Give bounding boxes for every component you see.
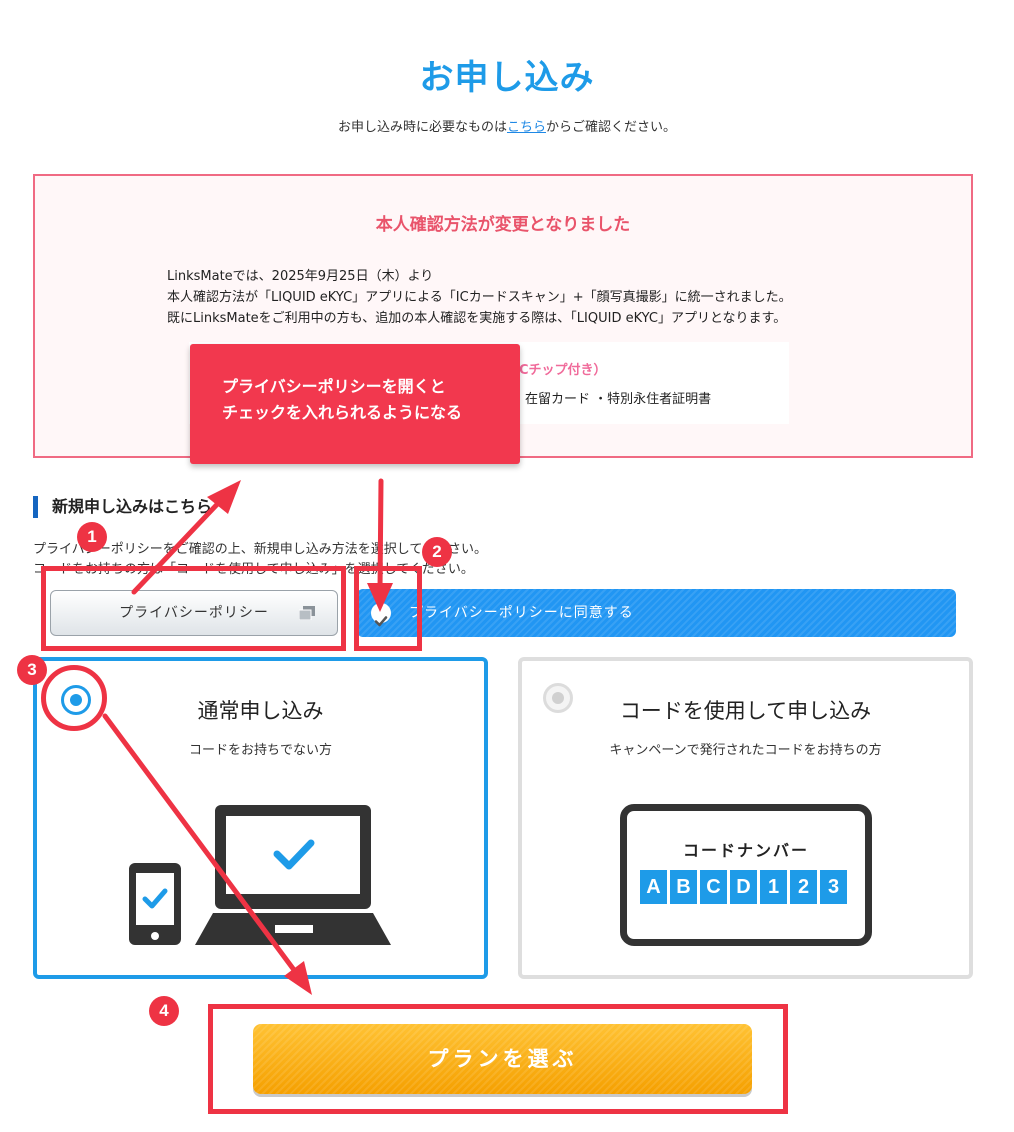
highlight-ring-radio — [41, 665, 107, 731]
code-char: 1 — [760, 870, 787, 904]
agree-privacy-checkbox[interactable]: プライバシーポリシーに同意する — [357, 589, 956, 637]
callout-line: プライバシーポリシーを開くと — [222, 377, 446, 396]
page-title: お申し込み — [419, 58, 595, 98]
id-card-items: 在留カード ・特別永住者証明書 — [525, 392, 712, 407]
agree-label: プライバシーポリシーに同意する — [409, 605, 634, 621]
annotation-badge-3: 3 — [17, 655, 47, 685]
page-subtitle: お申し込み時に必要なものはこちらからご確認ください。 — [0, 116, 1014, 135]
annotation-badge-1: 1 — [77, 522, 107, 552]
notice-line: 既にLinksMateをご利用中の方も、追加の本人確認を実施する際は、「LIQU… — [167, 311, 787, 326]
plan-code-desc: キャンペーンで発行されたコードをお持ちの方 — [609, 743, 882, 758]
subtitle-text-after: からご確認ください。 — [546, 120, 677, 135]
code-char: D — [730, 870, 757, 904]
code-char: A — [640, 870, 667, 904]
annotation-badge-2: 2 — [422, 537, 452, 567]
highlight-box-policy — [41, 566, 346, 651]
code-number-label: コードナンバー — [682, 841, 809, 860]
notice-title: 本人確認方法が変更となりました — [375, 215, 631, 235]
requirements-link[interactable]: こちら — [507, 120, 546, 135]
highlight-box-checkbox — [354, 566, 422, 651]
annotation-callout: プライバシーポリシーを開くと チェックを入れられるようになる — [190, 344, 520, 464]
plan-normal-desc: コードをお持ちでない方 — [188, 743, 332, 758]
plan-option-code[interactable]: コードを使用して申し込み キャンペーンで発行されたコードをお持ちの方 コードナン… — [518, 657, 973, 979]
notice-line: LinksMateでは、2025年9月25日（木）より — [167, 269, 434, 284]
code-char: B — [670, 870, 697, 904]
code-number-illustration: コードナンバー A B C D 1 2 3 — [620, 804, 872, 946]
section-heading: 新規申し込みはこちら — [33, 496, 212, 518]
arrow-head-up — [207, 480, 241, 514]
highlight-box-cta — [208, 1004, 788, 1114]
id-card-title: Cチップ付き） — [519, 363, 607, 378]
code-char: C — [700, 870, 727, 904]
code-chars: A B C D 1 2 3 — [640, 870, 847, 904]
notice-line: 本人確認方法が「LIQUID eKYC」アプリによる「ICカードスキャン」+「顔… — [167, 290, 792, 305]
callout-line: チェックを入れられるようになる — [222, 403, 463, 422]
code-char: 2 — [790, 870, 817, 904]
annotation-badge-4: 4 — [149, 996, 179, 1026]
notice-body: LinksMateでは、2025年9月25日（木）より 本人確認方法が「LIQU… — [167, 266, 792, 329]
code-char: 3 — [820, 870, 847, 904]
subtitle-text-before: お申し込み時に必要なものは — [337, 120, 507, 135]
devices-illustration-icon — [129, 805, 391, 945]
plan-code-name: コードを使用して申し込み — [619, 699, 872, 723]
